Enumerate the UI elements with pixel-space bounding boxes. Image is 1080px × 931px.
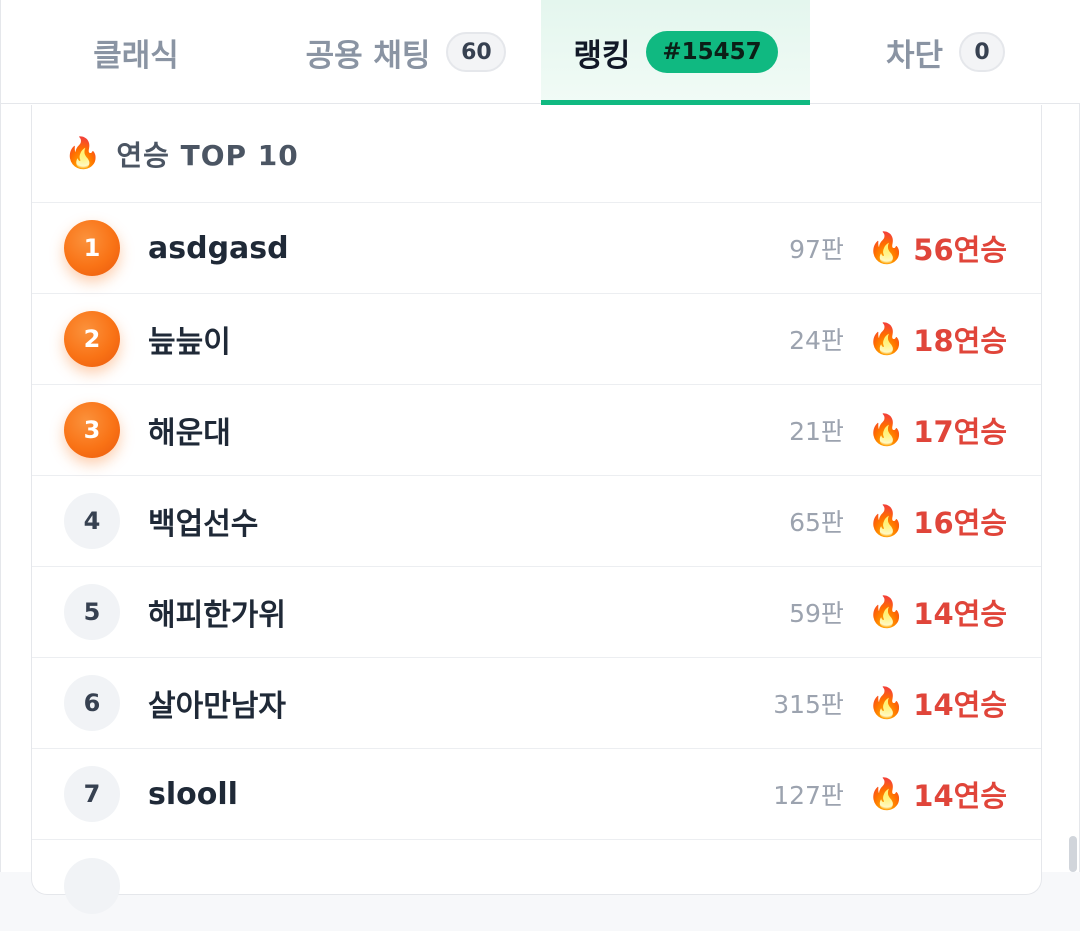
win-streak: 🔥 16연승 (868, 500, 1007, 542)
player-name: 해피한가위 (148, 598, 286, 633)
blocked-count-badge: 0 (959, 32, 1006, 72)
fire-icon: 🔥 (867, 594, 906, 630)
ranking-row[interactable]: 3 해운대 21판 🔥 17연승 (32, 385, 1041, 476)
fire-icon: 🔥 (867, 776, 906, 812)
fire-icon: 🔥 (867, 321, 906, 357)
fire-icon: 🔥 (867, 685, 906, 721)
ranking-row[interactable]: 7 slooll 127판 🔥 14연승 (32, 749, 1041, 840)
fire-icon: 🔥 (867, 503, 906, 539)
fire-icon: 🔥 (867, 412, 906, 448)
rank-medal: 1 (64, 220, 120, 276)
player-name: 살아만남자 (148, 689, 286, 724)
rank-medal: 2 (64, 311, 120, 367)
win-streak: 🔥 14연승 (868, 773, 1007, 815)
ranking-row[interactable]: 4 백업선수 65판 🔥 16연승 (32, 476, 1041, 567)
my-rank-badge: #15457 (646, 31, 778, 73)
win-streak: 🔥 14연승 (868, 682, 1007, 724)
games-played: 21판 (789, 417, 844, 446)
card-title: 연승 TOP 10 (116, 138, 299, 172)
win-streak: 🔥 17연승 (868, 409, 1007, 451)
player-name: slooll (148, 776, 238, 812)
tab-ranking-label: 랭킹 (573, 37, 631, 74)
win-streak: 🔥 56연승 (868, 227, 1007, 269)
public-chat-count-badge: 60 (446, 32, 507, 72)
ranking-row[interactable]: 5 해피한가위 59판 🔥 14연승 (32, 567, 1041, 658)
tab-public-chat-label: 공용 채팅 (305, 37, 431, 74)
rank-medal: 7 (64, 766, 120, 822)
games-played: 97판 (789, 235, 844, 264)
streak-value: 56연승 (913, 233, 1007, 267)
streak-value: 18연승 (913, 324, 1007, 358)
tab-blocked-label: 차단 (885, 37, 944, 74)
tab-classic-label: 클래식 (93, 37, 179, 74)
tab-ranking[interactable]: 랭킹 #15457 (541, 0, 810, 105)
streak-ranking-card: 🔥 연승 TOP 10 1 asdgasd 97판 🔥 56연승 2 늪늪이 2… (31, 105, 1042, 914)
win-streak: 🔥 14연승 (868, 591, 1007, 633)
streak-value: 14연승 (913, 688, 1007, 722)
card-header: 🔥 연승 TOP 10 (32, 105, 1041, 203)
ranking-row[interactable]: 2 늪늪이 24판 🔥 18연승 (32, 294, 1041, 385)
ranking-screen: 클래식 공용 채팅 60 랭킹 #15457 차단 0 🔥 연승 TOP 10 … (0, 0, 1080, 914)
rank-medal (64, 857, 120, 914)
rank-medal: 5 (64, 584, 120, 640)
scrollbar-thumb[interactable] (1069, 836, 1077, 872)
fire-icon: 🔥 (867, 230, 906, 266)
player-name: 백업선수 (148, 507, 259, 542)
player-name: 해운대 (148, 416, 231, 451)
ranking-row[interactable]: 1 asdgasd 97판 🔥 56연승 (32, 203, 1041, 294)
tab-bar: 클래식 공용 채팅 60 랭킹 #15457 차단 0 (1, 0, 1080, 105)
rank-medal: 3 (64, 402, 120, 458)
tab-classic[interactable]: 클래식 (1, 0, 271, 104)
fire-icon: 🔥 (64, 136, 103, 171)
games-played: 315판 (773, 690, 844, 719)
tab-blocked[interactable]: 차단 0 (810, 0, 1080, 104)
player-name: 늪늪이 (148, 325, 231, 360)
streak-value: 14연승 (913, 779, 1007, 813)
streak-value: 17연승 (913, 415, 1007, 449)
games-played: 65판 (789, 508, 844, 537)
games-played: 24판 (789, 326, 844, 355)
tab-public-chat[interactable]: 공용 채팅 60 (271, 0, 541, 104)
ranking-row[interactable]: 6 살아만남자 315판 🔥 14연승 (32, 658, 1041, 749)
games-played: 59판 (789, 599, 844, 628)
rank-medal: 6 (64, 675, 120, 731)
win-streak: 🔥 18연승 (868, 318, 1007, 360)
rank-medal: 4 (64, 493, 120, 549)
streak-value: 16연승 (913, 506, 1007, 540)
player-name: asdgasd (148, 230, 289, 266)
ranking-row[interactable] (32, 840, 1041, 931)
streak-value: 14연승 (913, 597, 1007, 631)
games-played: 127판 (773, 781, 844, 810)
